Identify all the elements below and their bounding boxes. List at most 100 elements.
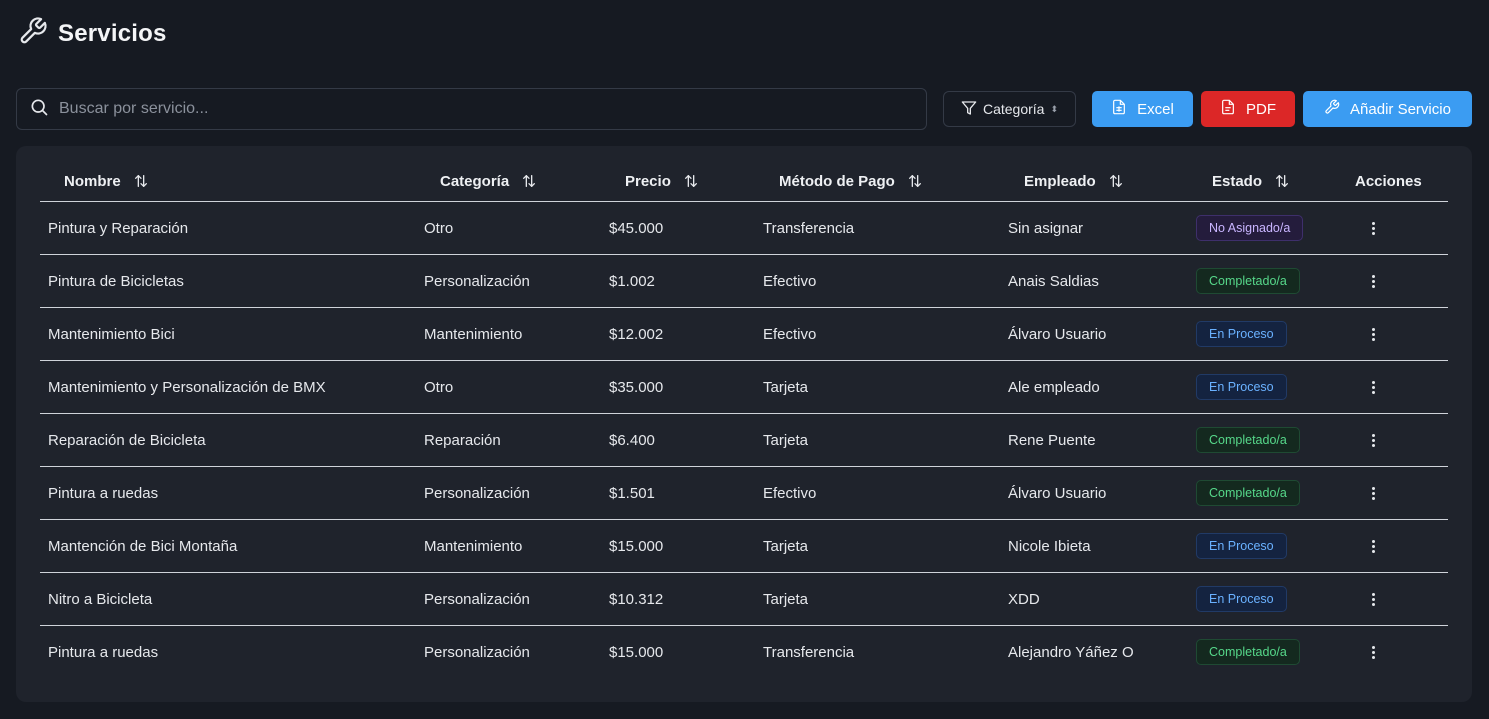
cell-metodo-pago: Efectivo [763, 325, 817, 343]
cell-categoria: Otro [424, 378, 454, 396]
column-header-estado[interactable]: Estado [1212, 160, 1290, 202]
more-options-icon[interactable] [1365, 324, 1381, 344]
add-service-button[interactable]: Añadir Servicio [1303, 91, 1472, 127]
category-filter-button[interactable]: Categoría ⬍ [943, 91, 1076, 127]
status-badge: Completado/a [1196, 480, 1300, 506]
wrench-icon [18, 16, 48, 51]
cell-metodo-pago: Tarjeta [763, 537, 809, 555]
cell-empleado: Sin asignar [1008, 219, 1084, 237]
services-table-card: Nombre Categoría Precio Método de Pago E… [16, 146, 1472, 702]
status-badge: En Proceso [1196, 586, 1287, 612]
table-row: Pintura a ruedas Personalización $15.000… [40, 626, 1448, 679]
cell-acciones [1365, 255, 1381, 307]
more-options-icon[interactable] [1365, 483, 1381, 503]
services-table: Nombre Categoría Precio Método de Pago E… [40, 160, 1448, 679]
status-badge: No Asignado/a [1196, 215, 1304, 241]
export-pdf-button[interactable]: PDF [1201, 91, 1295, 127]
column-header-acciones: Acciones [1355, 160, 1422, 202]
cell-metodo-pago: Transferencia [763, 219, 855, 237]
cell-precio: $10.312 [609, 590, 664, 608]
table-row: Mantenimiento y Personalización de BMX O… [40, 361, 1448, 414]
filter-icon [961, 100, 977, 119]
cell-acciones [1365, 467, 1381, 519]
more-options-icon[interactable] [1365, 642, 1381, 662]
column-header-precio[interactable]: Precio [625, 160, 699, 202]
cell-metodo-pago: Transferencia [763, 643, 855, 661]
column-header-label: Estado [1212, 172, 1263, 190]
cell-categoria: Otro [424, 219, 454, 237]
column-header-label: Precio [625, 172, 671, 190]
cell-estado: En Proceso [1196, 520, 1287, 572]
cell-categoria: Mantenimiento [424, 537, 523, 555]
column-header-empleado[interactable]: Empleado [1024, 160, 1124, 202]
cell-estado: En Proceso [1196, 361, 1287, 413]
more-options-icon[interactable] [1365, 430, 1381, 450]
cell-nombre: Pintura de Bicicletas [48, 272, 184, 290]
cell-precio: $1.002 [609, 272, 655, 290]
cell-precio: $35.000 [609, 378, 664, 396]
cell-metodo-pago: Tarjeta [763, 590, 809, 608]
cell-empleado: Anais Saldias [1008, 272, 1099, 290]
cell-categoria: Personalización [424, 272, 530, 290]
column-header-label: Método de Pago [779, 172, 895, 190]
cell-categoria: Personalización [424, 643, 530, 661]
sort-icon [1276, 175, 1289, 187]
column-header-categoria[interactable]: Categoría [440, 160, 537, 202]
cell-estado: Completado/a [1196, 467, 1300, 519]
cell-precio: $15.000 [609, 643, 664, 661]
page-title: Servicios [58, 19, 167, 47]
column-header-label: Categoría [440, 172, 510, 190]
cell-precio: $6.400 [609, 431, 655, 449]
more-options-icon[interactable] [1365, 218, 1381, 238]
export-excel-button[interactable]: Excel [1092, 91, 1193, 127]
table-row: Pintura y Reparación Otro $45.000 Transf… [40, 202, 1448, 255]
cell-nombre: Nitro a Bicicleta [48, 590, 153, 608]
search-input[interactable] [59, 100, 909, 118]
search-icon [29, 97, 49, 122]
toolbar: Categoría ⬍ Excel PDF [16, 88, 1472, 130]
page-header: Servicios [18, 16, 167, 51]
column-header-metodo-pago[interactable]: Método de Pago [779, 160, 923, 202]
column-header-label: Nombre [64, 172, 121, 190]
cell-nombre: Mantención de Bici Montaña [48, 537, 238, 555]
cell-metodo-pago: Tarjeta [763, 378, 809, 396]
sort-icon [523, 175, 536, 187]
more-options-icon[interactable] [1365, 377, 1381, 397]
search-box[interactable] [16, 88, 927, 130]
cell-precio: $1.501 [609, 484, 655, 502]
cell-precio: $15.000 [609, 537, 664, 555]
table-row: Nitro a Bicicleta Personalización $10.31… [40, 573, 1448, 626]
cell-categoria: Mantenimiento [424, 325, 523, 343]
cell-categoria: Personalización [424, 590, 530, 608]
sort-icon [908, 175, 921, 187]
cell-empleado: Ale empleado [1008, 378, 1100, 396]
status-badge: Completado/a [1196, 639, 1300, 665]
document-file-icon [1220, 99, 1236, 119]
column-header-label: Acciones [1355, 172, 1422, 190]
table-row: Pintura de Bicicletas Personalización $1… [40, 255, 1448, 308]
table-row: Pintura a ruedas Personalización $1.501 … [40, 467, 1448, 520]
cell-estado: En Proceso [1196, 308, 1287, 360]
more-options-icon[interactable] [1365, 589, 1381, 609]
more-options-icon[interactable] [1365, 536, 1381, 556]
spreadsheet-file-icon [1111, 99, 1127, 119]
cell-nombre: Mantenimiento Bici [48, 325, 175, 343]
cell-nombre: Pintura y Reparación [48, 219, 189, 237]
cell-empleado: Álvaro Usuario [1008, 484, 1107, 502]
table-row: Mantenimiento Bici Mantenimiento $12.002… [40, 308, 1448, 361]
table-row: Reparación de Bicicleta Reparación $6.40… [40, 414, 1448, 467]
status-badge: En Proceso [1196, 533, 1287, 559]
more-options-icon[interactable] [1365, 271, 1381, 291]
cell-empleado: Alejandro Yáñez O [1008, 643, 1134, 661]
cell-empleado: Álvaro Usuario [1008, 325, 1107, 343]
wrench-icon [1324, 99, 1340, 119]
table-header: Nombre Categoría Precio Método de Pago E… [40, 160, 1448, 202]
column-header-nombre[interactable]: Nombre [64, 160, 149, 202]
cell-acciones [1365, 202, 1381, 254]
cell-precio: $12.002 [609, 325, 664, 343]
cell-estado: Completado/a [1196, 414, 1300, 466]
cell-categoria: Personalización [424, 484, 530, 502]
cell-acciones [1365, 361, 1381, 413]
cell-acciones [1365, 520, 1381, 572]
cell-metodo-pago: Efectivo [763, 484, 817, 502]
